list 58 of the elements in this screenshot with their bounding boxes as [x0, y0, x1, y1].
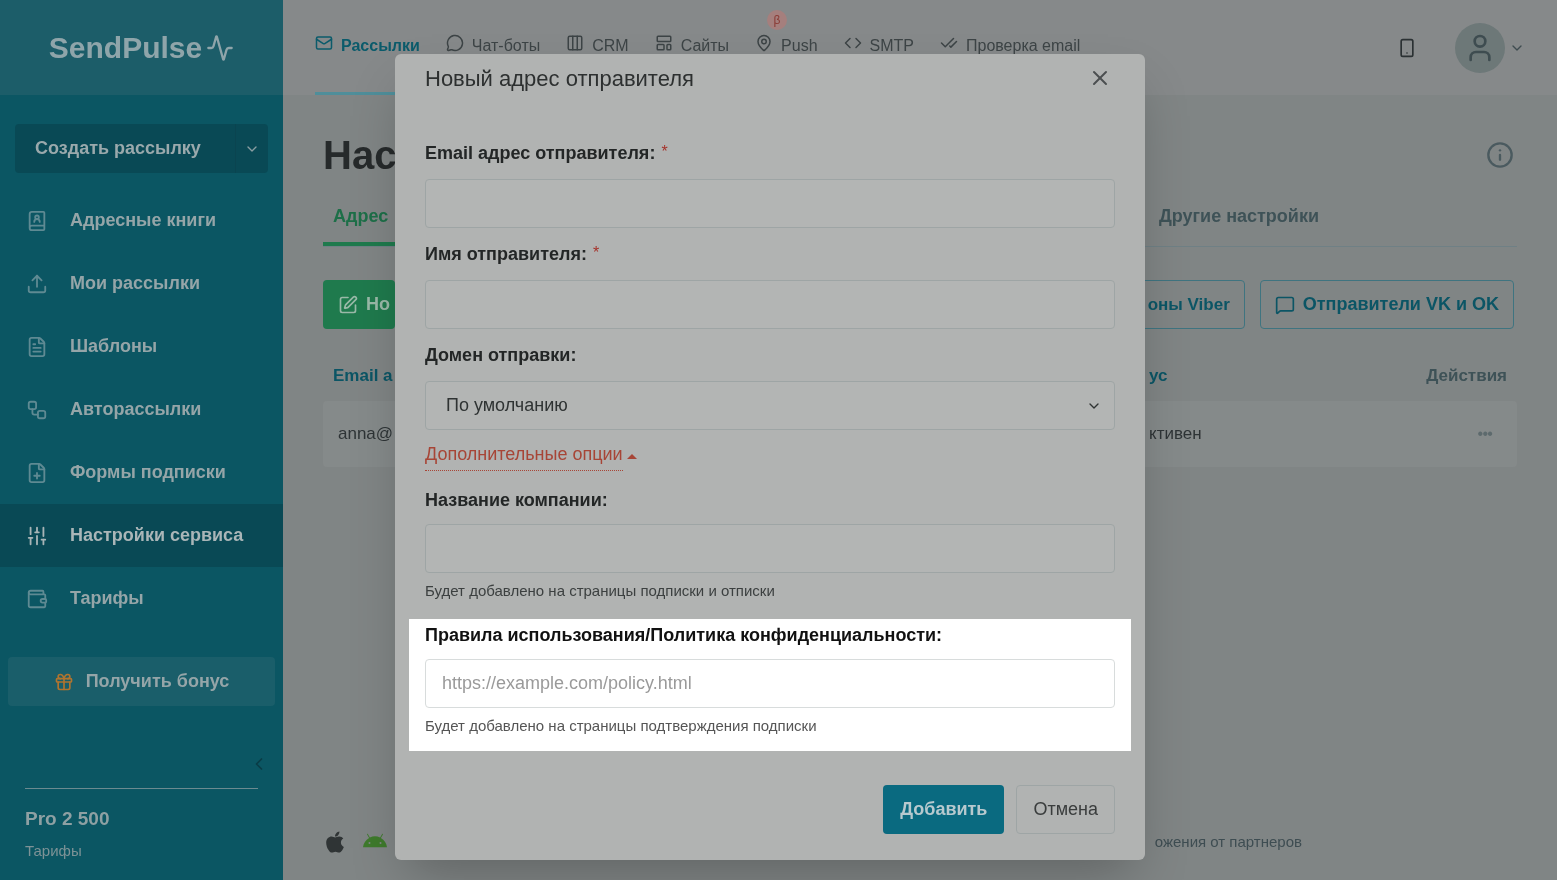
required-mark: * [592, 243, 600, 263]
additional-options-link[interactable]: Дополнительные опции [425, 441, 623, 471]
cancel-button[interactable]: Отмена [1016, 785, 1115, 834]
menu-icon [26, 398, 48, 421]
sidebar-item[interactable]: Настройки сервиса [0, 504, 283, 567]
bonus-button[interactable]: Получить бонус [8, 657, 275, 706]
sidebar-item[interactable]: Формы подписки [0, 441, 283, 504]
sidebar-item[interactable]: Тарифы [0, 567, 283, 630]
edit-icon [338, 294, 358, 315]
sidebar-item[interactable]: Авторассылки [0, 378, 283, 441]
menu-icon [26, 587, 48, 610]
menu-icon [26, 461, 48, 484]
modal-title: Новый адрес отправителя [425, 64, 694, 93]
field-hint: Будет добавлено на страницы подписки и отписки [425, 581, 776, 601]
field-hint: Будет добавлено на страницы подтверждения подписки [425, 715, 818, 736]
nav-icon [755, 34, 774, 52]
field-label: Email адрес отправителя: [425, 142, 656, 165]
nav-tab[interactable]: Проверка email [940, 0, 1081, 95]
nav-icon [445, 34, 464, 52]
tariffs-link[interactable]: Тарифы [25, 839, 283, 862]
field-label: Правила использования/Политика конфиденциальности: [425, 623, 944, 647]
phone-icon[interactable] [1397, 37, 1417, 58]
apple-icon[interactable] [323, 830, 347, 854]
sidebar-item[interactable]: Шаблоны [0, 315, 283, 378]
info-icon[interactable] [1486, 141, 1514, 169]
menu-icon [26, 209, 48, 232]
plan-name: Pro 2 500 [25, 807, 111, 831]
field-label: Имя отправителя: [425, 243, 587, 266]
required-mark: * [661, 142, 668, 162]
domain-select[interactable]: По умолчанию [425, 381, 1115, 430]
footer-link[interactable]: ожения от партнеров [1154, 830, 1302, 854]
beta-badge: β [767, 10, 787, 30]
page-title: Нас [323, 132, 397, 179]
nav-icon [315, 34, 333, 52]
table-cell-text: ктивен [1149, 422, 1202, 445]
sidebar-item[interactable]: Мои рассылки [0, 252, 283, 315]
settings-tab[interactable]: Другие настройки [1159, 203, 1319, 246]
nav-icon [566, 34, 585, 52]
column-header: Действия [1426, 365, 1507, 387]
field-label: Название компании: [425, 489, 609, 512]
column-header: ус [1149, 365, 1168, 387]
new-sender-button[interactable]: Но [323, 280, 395, 329]
add-button[interactable]: Добавить [883, 785, 1005, 834]
chat-icon [1274, 294, 1295, 315]
vk-ok-button[interactable]: Отправители VK и OK [1259, 280, 1514, 329]
menu-icon [26, 524, 48, 547]
sidebar-item[interactable]: Адресные книги [0, 189, 283, 252]
field-label: Домен отправки: [425, 344, 577, 367]
pulse-icon [206, 33, 235, 62]
actions-menu[interactable]: ••• [1477, 421, 1492, 446]
avatar[interactable] [1455, 22, 1505, 73]
table-cell: anna@ [338, 423, 394, 443]
nav-icon [654, 34, 673, 52]
column-header: Email а [333, 366, 393, 385]
menu-icon [26, 335, 48, 358]
menu-icon [26, 272, 48, 295]
nav-tab[interactable]: SMTP [843, 0, 914, 95]
gift-icon [53, 671, 74, 692]
